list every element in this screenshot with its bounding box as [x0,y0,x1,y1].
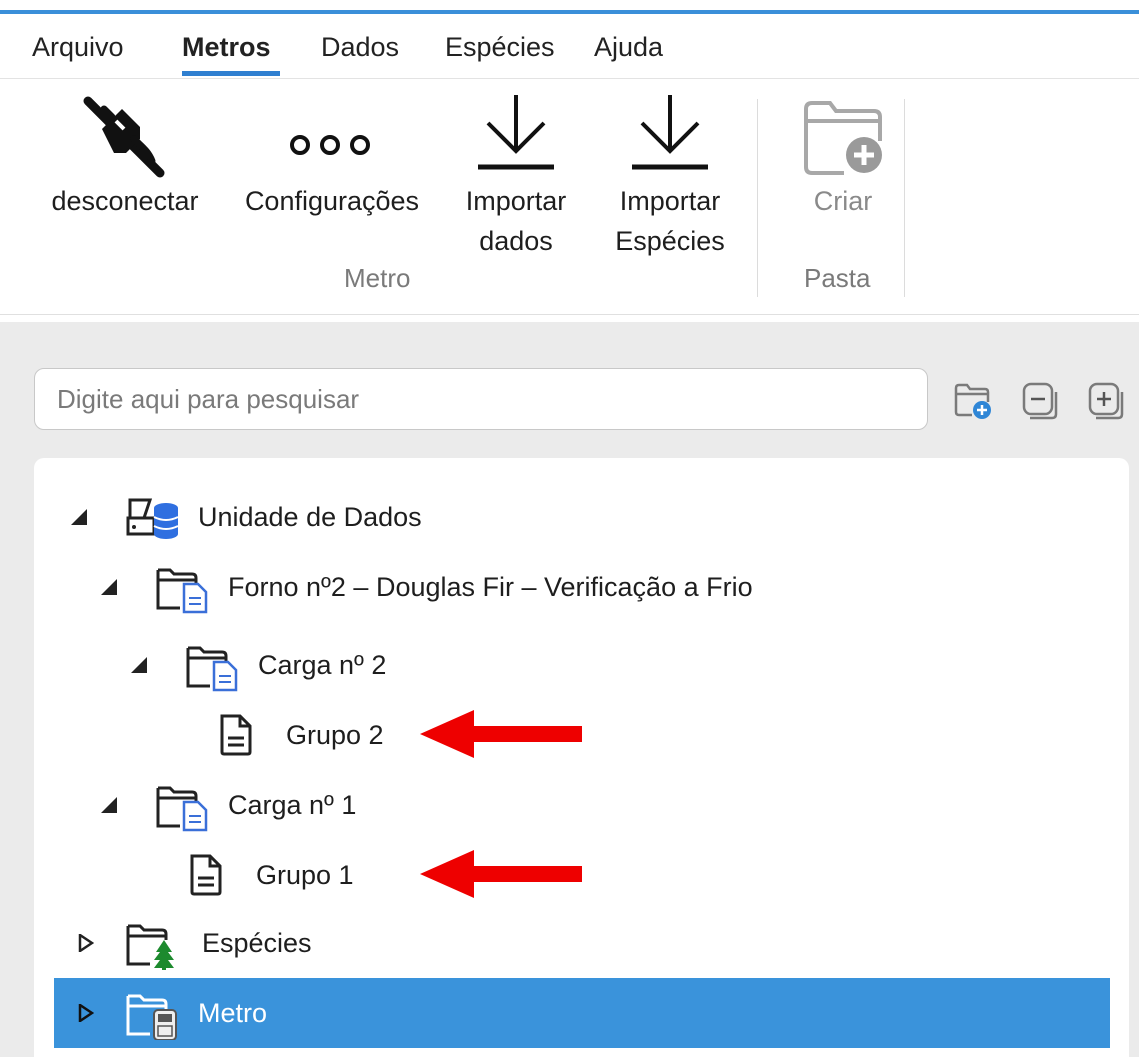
disconnect-label: desconectar [51,186,199,216]
download-icon [632,95,708,170]
ribbon-group-separator [904,99,905,297]
menu-ajuda[interactable]: Ajuda [594,32,663,63]
folder-meter-icon [126,994,177,1040]
disconnect-plug-icon [83,96,165,178]
menu-arquivo[interactable]: Arquivo [32,32,124,63]
expand-all-icon[interactable] [1086,380,1126,420]
menu-metros[interactable]: Metros [182,32,271,63]
expanded-toggle-icon[interactable] [100,796,118,814]
create-label: Criar [813,186,873,216]
import-species-label-1: Importar [619,186,721,216]
add-folder-icon[interactable] [952,380,992,420]
tree-node-meter[interactable]: Metro [54,978,1110,1048]
settings-label: Configurações [244,186,420,216]
tree-label: Forno nº2 – Douglas Fir – Verificação a … [228,572,753,602]
tree-label: Unidade de Dados [198,502,422,532]
menu-dados[interactable]: Dados [321,32,399,63]
folder-document-icon [156,568,208,614]
title-accent-stripe [0,0,1139,14]
annotation-arrow-left [420,850,582,898]
annotation-arrow-left [420,710,582,758]
collapsed-toggle-icon[interactable] [76,1004,94,1022]
tree-label: Carga nº 1 [228,790,357,820]
data-unit-drive-icon [126,498,179,539]
expanded-toggle-icon[interactable] [70,508,88,526]
group-label-pasta: Pasta [804,263,871,293]
document-icon [220,714,252,756]
tree-label: Espécies [202,928,312,958]
import-data-button[interactable]: Importar dados [452,93,580,273]
folder-document-icon [156,786,208,832]
disconnect-button[interactable]: desconectar [38,93,212,233]
tree-label: Carga nº 2 [258,650,387,680]
menu-bar: Arquivo Metros Dados Espécies Ajuda [0,18,1139,79]
tree-label: Grupo 2 [286,720,384,750]
folder-document-icon [186,646,238,692]
collapsed-toggle-icon[interactable] [76,934,94,952]
tree-node-data-unit[interactable]: Unidade de Dados [54,482,1114,552]
ribbon: desconectar Configurações Importar dados… [0,79,1139,315]
group-label-metro: Metro [344,263,411,293]
settings-button[interactable]: Configurações [232,93,432,233]
import-data-label-1: Importar [465,186,567,216]
ribbon-group-separator [757,99,758,297]
import-data-label-2: dados [479,226,553,256]
tree-label: Metro [198,998,268,1028]
collapse-all-icon[interactable] [1020,380,1060,420]
expanded-toggle-icon[interactable] [100,578,118,596]
new-folder-icon [804,101,882,175]
download-icon [478,95,554,170]
import-species-button[interactable]: Importar Espécies [606,93,734,273]
search-input[interactable] [55,369,919,429]
tree-node-species[interactable]: Espécies [54,908,1114,978]
tree-label: Grupo 1 [256,860,354,890]
tree-node-load-1[interactable]: Carga nº 1 [84,770,1114,840]
document-icon [190,854,222,896]
import-species-label-2: Espécies [615,226,725,256]
search-box [34,368,928,430]
tree-node-load-2[interactable]: Carga nº 2 [114,630,1114,700]
expanded-toggle-icon[interactable] [130,656,148,674]
active-tab-underline [182,71,280,76]
menu-especies[interactable]: Espécies [445,32,555,63]
more-dots-icon [290,135,370,155]
folder-tree-icon [126,924,174,970]
tree-node-kiln[interactable]: Forno nº2 – Douglas Fir – Verificação a … [84,552,1114,622]
create-folder-button[interactable]: Criar [790,93,896,233]
